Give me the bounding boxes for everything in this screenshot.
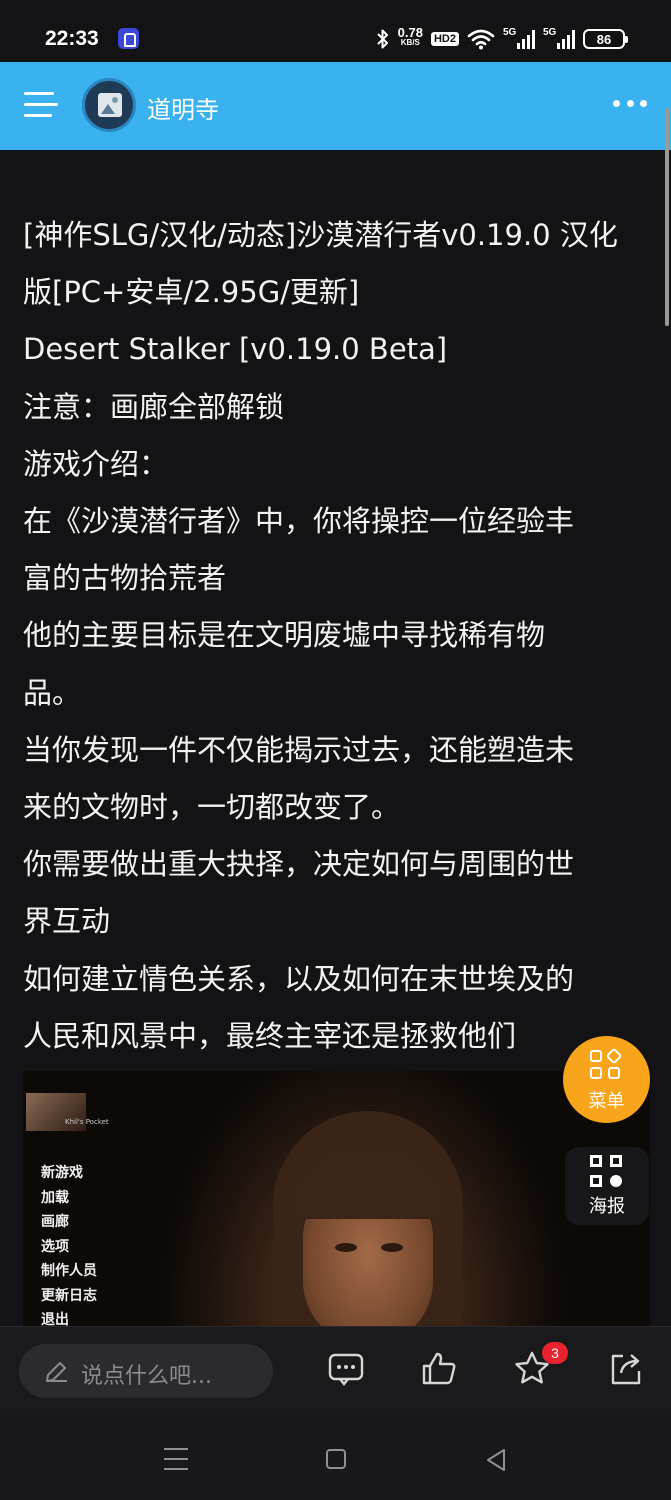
game-menu-list: 新游戏 加载 画廊 选项 制作人员 更新日志 退出 — [41, 1161, 97, 1326]
status-bar: 22:33 0.78 KB/S HD2 5G 5G 86 — [0, 0, 671, 62]
article-line: 他的主要目标是在文明废墟中寻找稀有物 — [23, 618, 546, 653]
net-speed: 0.78 KB/S — [397, 25, 423, 47]
back-icon[interactable] — [484, 1447, 510, 1473]
article-line: 富的古物拾荒者 — [23, 561, 227, 596]
game-menu-item: 更新日志 — [41, 1287, 97, 1304]
article-line: 品。 — [23, 675, 82, 710]
battery-icon: 86 — [583, 26, 628, 52]
more-options-icon[interactable] — [613, 100, 647, 110]
poster-button[interactable]: 海报 — [565, 1147, 649, 1225]
article-line: [神作SLG/汉化/动态]沙漠潜行者v0.19.0 汉化 — [23, 218, 618, 252]
game-menu-item: 退出 — [41, 1312, 69, 1326]
signal-icon-sim1: 5G — [503, 27, 535, 51]
comment-input[interactable]: 说点什么吧... — [19, 1344, 273, 1398]
app-notification-icon — [118, 28, 139, 49]
article-line: 来的文物时，一切都改变了。 — [23, 790, 401, 825]
hamburger-menu-icon[interactable] — [24, 90, 58, 120]
floating-menu-button[interactable]: 菜单 — [563, 1036, 650, 1123]
game-screenshot-image[interactable]: Khil's Pocket 新游戏 加载 画廊 选项 制作人员 更新日志 退出 — [23, 1071, 650, 1326]
image-placeholder-icon — [98, 93, 122, 117]
article-line: 如何建立情色关系，以及如何在末世埃及的 — [23, 961, 575, 996]
article-line: 注意：画廊全部解锁 — [23, 389, 285, 424]
bottom-action-bar: 说点什么吧... — [0, 1326, 671, 1415]
recent-apps-icon[interactable] — [164, 1448, 188, 1470]
system-navigation-bar — [0, 1415, 671, 1500]
battery-level: 86 — [596, 31, 612, 47]
game-menu-item: 加载 — [41, 1189, 69, 1206]
game-menu-item: 制作人员 — [41, 1263, 97, 1279]
signal-icon-sim2: 5G — [543, 27, 575, 51]
article-line: 人民和风景中，最终主宰还是拯救他们 — [23, 1018, 517, 1053]
article-line: 界互动 — [23, 904, 111, 939]
article-body: [神作SLG/汉化/动态]沙漠潜行者v0.19.0 汉化 版[PC+安卓/2.9… — [23, 207, 655, 1065]
game-menu-item: 选项 — [41, 1238, 69, 1255]
article-line: 当你发现一件不仅能揭示过去，还能塑造未 — [23, 732, 575, 767]
status-time: 22:33 — [45, 27, 99, 50]
channel-name[interactable]: 道明寺 — [147, 90, 219, 125]
app-header: 道明寺 — [0, 62, 671, 150]
wifi-icon — [467, 26, 495, 52]
floating-menu-label: 菜单 — [588, 1091, 625, 1112]
article-line: 你需要做出重大抉择，决定如何与周围的世 — [23, 847, 575, 882]
like-icon[interactable] — [419, 1349, 459, 1389]
status-icons: 0.78 KB/S HD2 5G 5G 86 — [376, 25, 628, 52]
favorite-count-badge: 3 — [542, 1342, 568, 1364]
game-logo-text: Khil's Pocket — [65, 1118, 109, 1126]
comment-placeholder: 说点什么吧... — [81, 1364, 212, 1389]
home-icon[interactable] — [326, 1449, 346, 1469]
article-line: 游戏介绍： — [23, 446, 169, 481]
scrollbar[interactable] — [665, 108, 669, 326]
article-line: 版[PC+安卓/2.95G/更新] — [23, 275, 360, 310]
game-menu-item: 画廊 — [41, 1214, 69, 1230]
comment-icon[interactable] — [326, 1349, 366, 1389]
article-line: 在《沙漠潜行者》中，你将操控一位经验丰 — [23, 504, 575, 539]
poster-label: 海报 — [589, 1196, 625, 1217]
hd-icon: HD2 — [430, 26, 459, 52]
qr-code-icon — [590, 1155, 622, 1187]
article-line: Desert Stalker [v0.19.0 Beta] — [23, 332, 448, 367]
share-icon[interactable] — [606, 1349, 646, 1389]
apps-grid-icon — [590, 1047, 623, 1080]
game-menu-item: 新游戏 — [41, 1165, 83, 1181]
bluetooth-icon — [376, 26, 390, 52]
pencil-icon — [46, 1362, 67, 1382]
channel-avatar[interactable] — [82, 78, 136, 132]
